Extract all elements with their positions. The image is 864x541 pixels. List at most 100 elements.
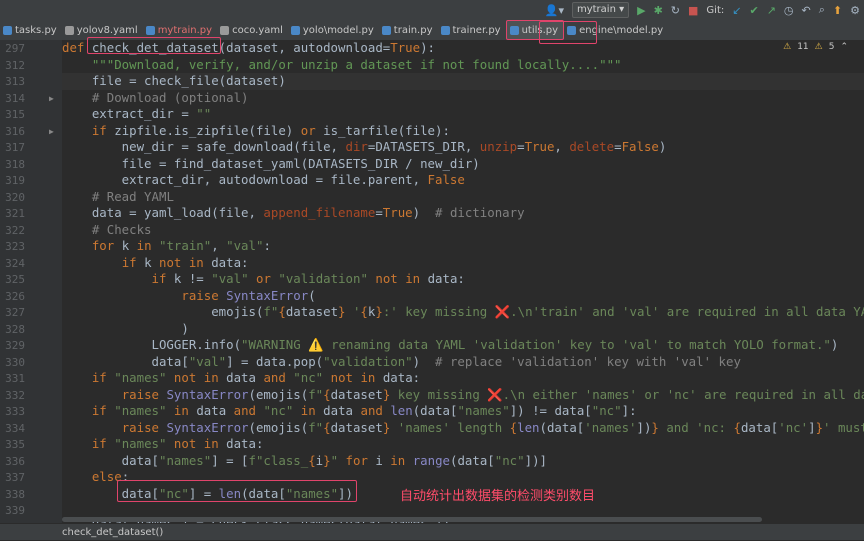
- code-line[interactable]: file = check_file(dataset): [62, 73, 286, 90]
- git-commit-icon[interactable]: ✔: [749, 4, 758, 17]
- code-line[interactable]: data = yaml_load(file, append_filename=T…: [62, 205, 525, 222]
- code-line[interactable]: extract_dir, autodownload = file.parent,…: [62, 172, 465, 189]
- run-icon[interactable]: ▶: [637, 4, 645, 17]
- horizontal-scrollbar[interactable]: [62, 517, 762, 522]
- tab-3[interactable]: coco.yaml: [217, 20, 288, 40]
- code-line[interactable]: if "names" not in data and "nc" not in d…: [62, 370, 420, 387]
- code-line[interactable]: for k in "train", "val":: [62, 238, 271, 255]
- chevron-up-icon[interactable]: ⌃: [840, 42, 848, 52]
- code-line[interactable]: if "names" not in data:: [62, 436, 264, 453]
- line-number: 321: [5, 207, 25, 220]
- line-number: 329: [5, 339, 25, 352]
- breadcrumb-function[interactable]: check_det_dataset(): [62, 527, 163, 538]
- code-line[interactable]: # Download (optional): [62, 90, 249, 107]
- line-number: 313: [5, 75, 25, 88]
- fold-arrow-icon[interactable]: ▶: [49, 127, 54, 136]
- tab-label: train.py: [393, 24, 433, 36]
- fold-arrow-icon[interactable]: ▶: [49, 94, 54, 103]
- rollback-icon[interactable]: ↶: [802, 4, 811, 17]
- code-line[interactable]: emojis(f"{dataset} '{k}:' key missing ❌.…: [62, 304, 864, 321]
- line-number: 316: [5, 124, 25, 138]
- user-icon[interactable]: 👤▾: [545, 4, 564, 17]
- tab-label: yolov8.yaml: [76, 24, 138, 36]
- history-icon[interactable]: ◷: [784, 4, 794, 17]
- file-icon: [220, 25, 230, 35]
- code-line[interactable]: raise SyntaxError(: [62, 288, 315, 305]
- file-icon: [509, 25, 519, 35]
- line-number: 312: [5, 58, 25, 72]
- code-line[interactable]: raise SyntaxError(emojis(f"{dataset} key…: [62, 387, 864, 404]
- line-number: 327: [5, 306, 25, 319]
- line-number: 322: [5, 223, 25, 237]
- line-number: 335: [5, 438, 25, 451]
- code-line[interactable]: """Download, verify, and/or unzip a data…: [62, 57, 622, 74]
- code-line[interactable]: new_dir = safe_download(file, dir=DATASE…: [62, 139, 667, 156]
- line-number: 337: [5, 471, 25, 484]
- file-icon: [145, 25, 155, 35]
- weak-warning-count: 5: [828, 42, 835, 52]
- code-line[interactable]: if "names" in data and "nc" in data and …: [62, 403, 637, 420]
- code-line[interactable]: data["val"] = data.pop("validation") # r…: [62, 354, 741, 371]
- code-line[interactable]: # Read YAML: [62, 189, 174, 206]
- code-line[interactable]: LOGGER.info("WARNING ⚠️ renaming data YA…: [62, 337, 839, 354]
- line-number: 338: [5, 487, 25, 501]
- run-config-select[interactable]: mytrain ▾: [571, 2, 630, 18]
- tab-0[interactable]: tasks.py: [0, 20, 62, 40]
- line-number: 297: [5, 42, 25, 55]
- line-number: 314: [5, 91, 25, 105]
- tab-label: yolo\model.py: [302, 24, 374, 36]
- stop-icon[interactable]: ■: [688, 4, 698, 17]
- coverage-icon[interactable]: ↻: [671, 4, 680, 17]
- code-line[interactable]: raise SyntaxError(emojis(f"{dataset} 'na…: [62, 420, 864, 437]
- line-number: 332: [5, 388, 25, 402]
- code-line[interactable]: file = find_dataset_yaml(DATASETS_DIR / …: [62, 156, 480, 173]
- git-update-icon[interactable]: ↙: [732, 4, 741, 17]
- tab-label: mytrain.py: [157, 24, 213, 36]
- code-editor[interactable]: def check_det_dataset(dataset, autodownl…: [62, 40, 864, 523]
- file-icon: [290, 25, 300, 35]
- code-line[interactable]: # Checks: [62, 222, 152, 239]
- line-number: 336: [5, 454, 25, 468]
- inspection-widget[interactable]: ⚠ 11 ⚠ 5 ⌃: [783, 42, 848, 52]
- code-line[interactable]: data["names"] = [f"class_{i}" for i in r…: [62, 453, 547, 470]
- line-number: 326: [5, 289, 25, 303]
- line-number: 324: [5, 256, 25, 270]
- tab-4[interactable]: yolo\model.py: [288, 20, 379, 40]
- file-icon: [381, 25, 391, 35]
- line-number: 323: [5, 240, 25, 253]
- breadcrumb-bar: check_det_dataset(): [0, 523, 864, 540]
- warning-count: 11: [797, 42, 809, 52]
- run-config-label: mytrain: [576, 4, 616, 15]
- git-label: Git:: [706, 4, 725, 16]
- tab-6[interactable]: trainer.py: [438, 20, 506, 40]
- code-line[interactable]: ): [62, 321, 188, 338]
- code-line[interactable]: if k not in data:: [62, 255, 249, 272]
- tab-label: trainer.py: [452, 24, 501, 36]
- annotation-text: 自动统计出数据集的检测类别数目: [400, 489, 596, 504]
- main-toolbar: 👤▾ mytrain ▾ ▶ ✱ ↻ ■ Git: ↙ ✔ ↗ ◷ ↶ ⌕ ⬆ …: [0, 0, 864, 20]
- code-line[interactable]: if zipfile.is_zipfile(file) or is_tarfil…: [62, 123, 450, 140]
- warning-icon: ⚠: [783, 42, 792, 52]
- highlight-active-tab: [539, 21, 597, 44]
- search-icon[interactable]: ⌕: [819, 3, 825, 17]
- update-icon[interactable]: ⬆: [833, 4, 842, 17]
- code-line[interactable]: if k != "val" or "validation" not in dat…: [62, 271, 465, 288]
- file-icon: [64, 25, 74, 35]
- line-number: 339: [5, 504, 25, 517]
- debug-icon[interactable]: ✱: [654, 4, 663, 17]
- line-number: 317: [5, 141, 25, 154]
- tab-5[interactable]: train.py: [379, 20, 438, 40]
- line-number: 315: [5, 108, 25, 121]
- settings-icon[interactable]: ⚙: [850, 4, 860, 17]
- file-icon: [440, 25, 450, 35]
- weak-warning-icon: ⚠: [814, 42, 823, 52]
- line-number: 320: [5, 190, 25, 204]
- line-number: 325: [5, 273, 25, 286]
- line-number: 333: [5, 405, 25, 418]
- code-line[interactable]: extract_dir = "": [62, 106, 211, 123]
- highlight-nc-line: [117, 480, 357, 502]
- line-number: 319: [5, 174, 25, 187]
- line-number: 334: [5, 421, 25, 435]
- highlight-function-name: [87, 37, 221, 54]
- git-push-icon[interactable]: ↗: [767, 4, 776, 17]
